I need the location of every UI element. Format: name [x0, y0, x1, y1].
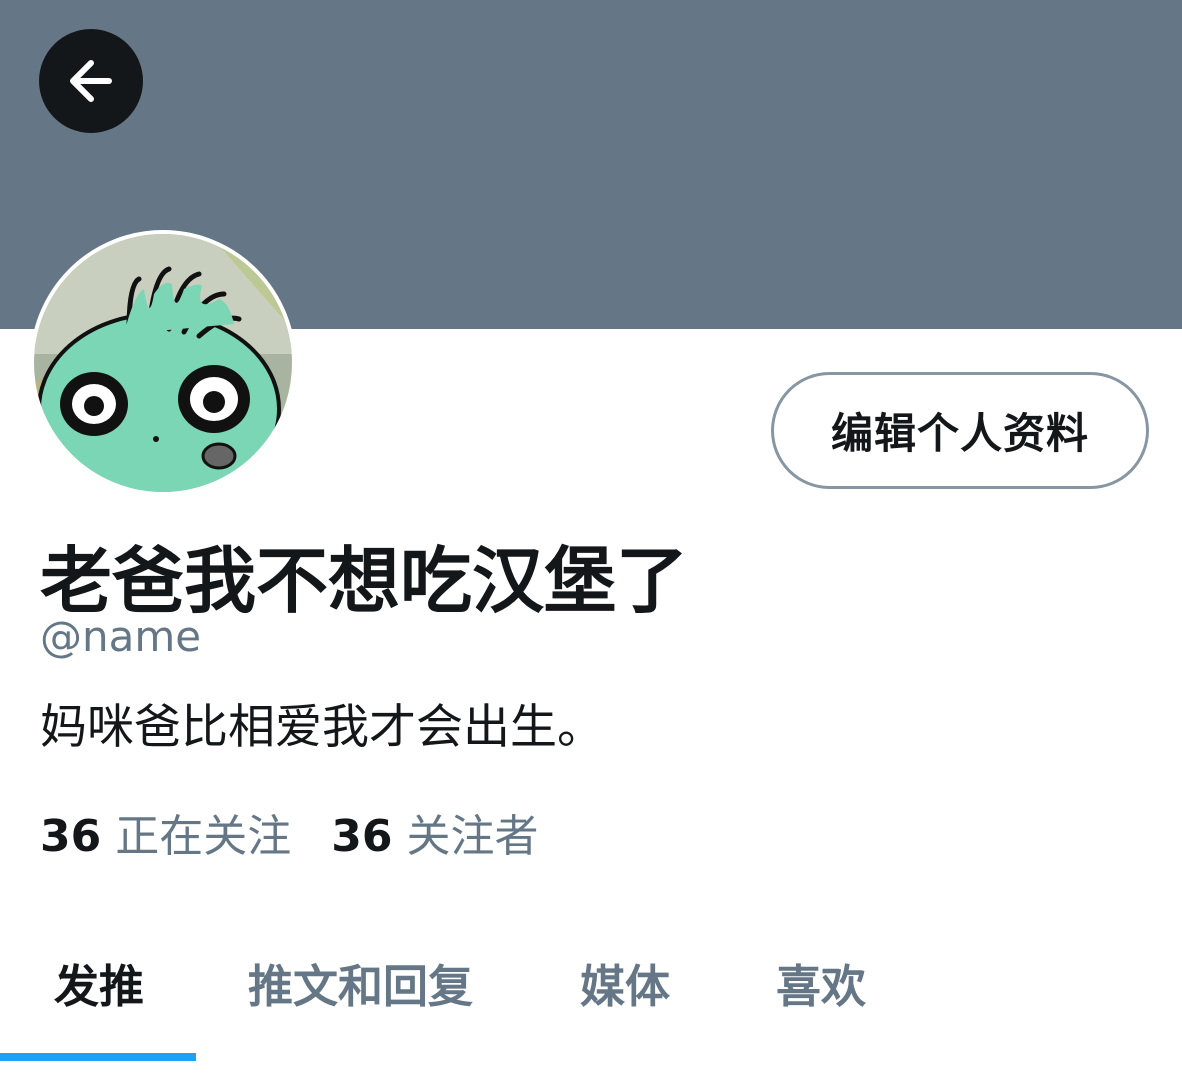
- tab-tweets-and-replies[interactable]: 推文和回复: [248, 950, 473, 1015]
- tab-tweets[interactable]: 发推: [54, 950, 144, 1015]
- followers-label: 关注者: [406, 811, 539, 862]
- follow-stats: 36 正在关注 36 关注者: [40, 800, 578, 864]
- profile-bio: 妈咪爸比相爱我才会出生。: [40, 700, 604, 755]
- arrow-left-icon: [70, 60, 112, 102]
- following-stat[interactable]: 36 正在关注: [40, 800, 291, 864]
- back-button[interactable]: [39, 29, 143, 133]
- avatar-image: [34, 234, 292, 492]
- edit-profile-button[interactable]: 编辑个人资料: [771, 372, 1149, 489]
- active-tab-indicator: [0, 1053, 196, 1061]
- followers-count: 36: [331, 811, 393, 862]
- tab-media[interactable]: 媒体: [580, 950, 670, 1015]
- following-count: 36: [40, 811, 102, 862]
- user-handle: @name: [40, 612, 202, 661]
- tab-likes[interactable]: 喜欢: [776, 950, 866, 1015]
- followers-stat[interactable]: 36 关注者: [331, 800, 538, 864]
- avatar[interactable]: [30, 230, 296, 496]
- following-label: 正在关注: [115, 811, 292, 862]
